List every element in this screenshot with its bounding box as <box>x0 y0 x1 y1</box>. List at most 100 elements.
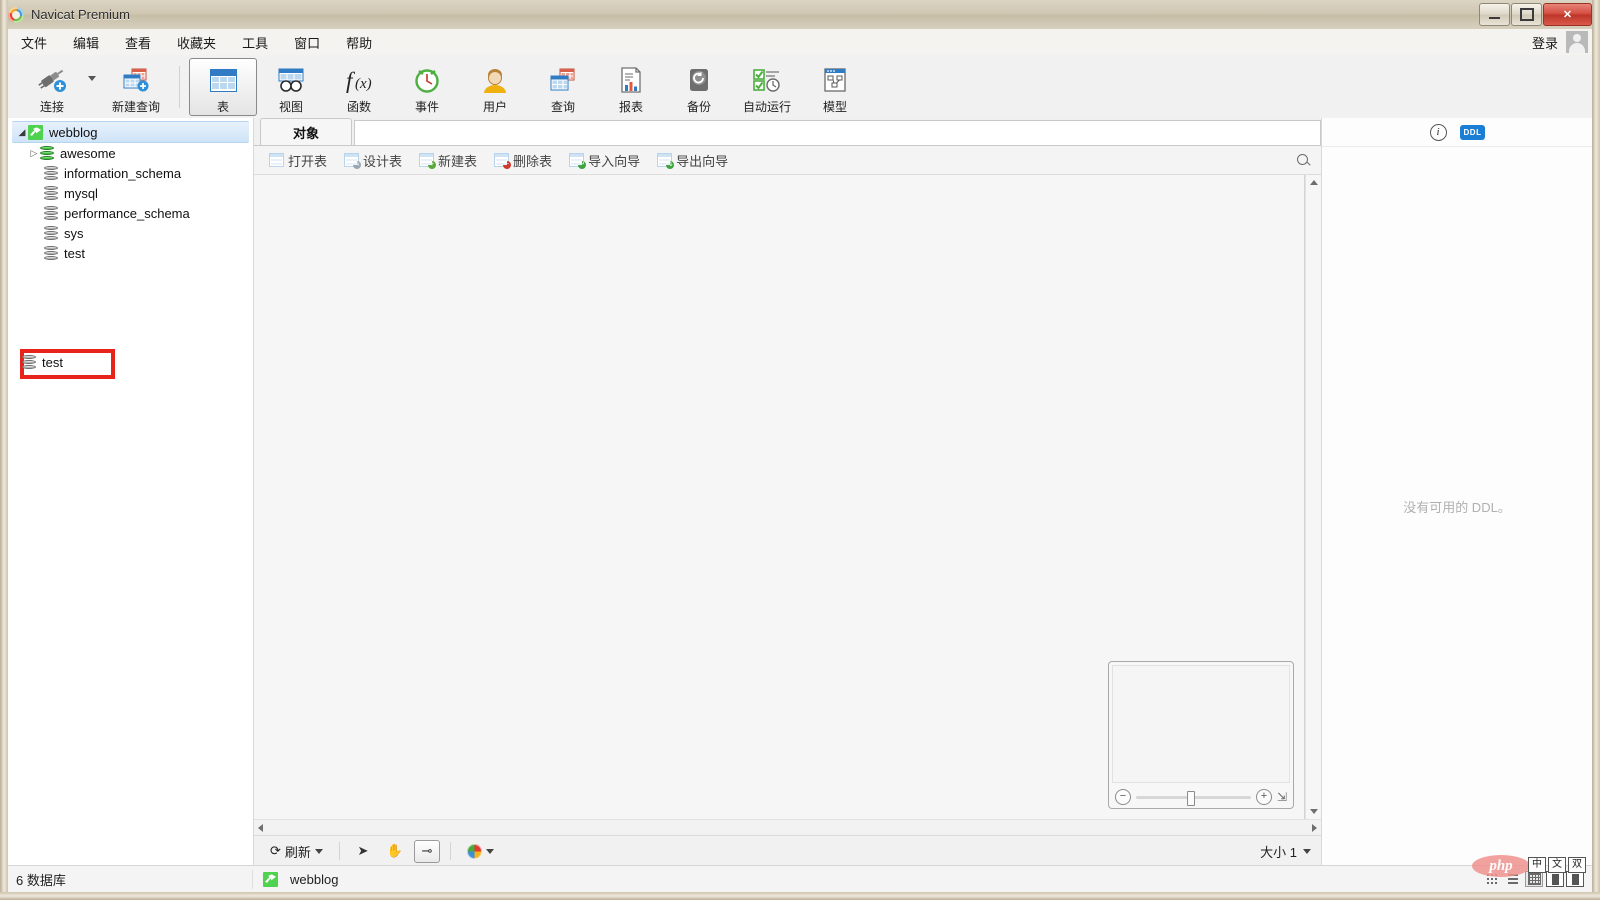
tree-item-information-schema[interactable]: information_schema <box>8 163 253 183</box>
scroll-down-icon[interactable] <box>1309 809 1318 814</box>
toolbar-user-button[interactable]: 用户 <box>461 58 529 116</box>
size-selector[interactable]: 大小 1 <box>1260 842 1311 861</box>
menu-item-window[interactable]: 窗口 <box>281 29 333 56</box>
zoom-slider[interactable] <box>1136 790 1251 806</box>
toolbar-new-query-button[interactable]: 新建查询 <box>102 58 170 116</box>
ime-chinese-icon[interactable]: 中 <box>1528 857 1546 873</box>
search-icon[interactable] <box>1296 153 1311 168</box>
tab-objects[interactable]: 对象 <box>260 118 352 145</box>
canvas-minimap[interactable]: − + ⇲ <box>1108 661 1294 809</box>
chevron-down-icon[interactable] <box>1303 848 1311 854</box>
chevron-down-icon[interactable] <box>314 848 323 854</box>
expand-diagonal-icon[interactable]: ⇲ <box>1277 790 1287 804</box>
import-wizard-button[interactable]: ↵ 导入向导 <box>562 147 647 174</box>
toolbar-connection-button[interactable]: 连接 <box>18 58 86 116</box>
object-toolbar: 打开表 ✎ 设计表 + 新建表 − 删除表 ↵ 导入向导 ↴ 导出向导 <box>254 146 1321 175</box>
chevron-down-icon[interactable] <box>485 848 494 854</box>
table-icon <box>209 64 237 97</box>
export-wizard-button[interactable]: ↴ 导出向导 <box>650 147 735 174</box>
minimize-icon[interactable] <box>1479 3 1510 26</box>
chevron-down-icon[interactable] <box>88 76 96 81</box>
scroll-left-icon[interactable] <box>258 823 263 832</box>
export-wizard-label: 导出向导 <box>676 153 729 169</box>
open-table-label: 打开表 <box>288 153 328 169</box>
toolbar-model-button[interactable]: 模型 <box>801 58 869 116</box>
new-table-label: 新建表 <box>438 153 478 169</box>
maximize-icon[interactable] <box>1511 3 1542 26</box>
import-wizard-label: 导入向导 <box>588 153 641 169</box>
tree-item-performance-schema[interactable]: performance_schema <box>8 203 253 223</box>
relation-tool-icon[interactable]: ⊸ <box>413 839 440 863</box>
tree-item-mysql[interactable]: mysql <box>8 183 253 203</box>
close-icon[interactable]: ✕ <box>1543 3 1592 26</box>
toolbar-separator <box>449 842 451 860</box>
login-button[interactable]: 登录 <box>1532 33 1558 52</box>
toolbar-backup-label: 备份 <box>686 99 711 114</box>
scroll-right-icon[interactable] <box>1312 823 1317 832</box>
refresh-button[interactable]: ⟳ 刷新 <box>264 838 329 865</box>
event-clock-icon <box>412 64 442 97</box>
ime-pane-right-icon[interactable] <box>1566 871 1584 887</box>
window-title: Navicat Premium <box>31 7 130 22</box>
tab-strip-filler <box>354 120 1321 145</box>
menu-item-view[interactable]: 查看 <box>112 29 164 56</box>
expand-arrow-icon[interactable]: ◢ <box>16 127 28 138</box>
open-table-button[interactable]: 打开表 <box>262 147 334 174</box>
toolbar-view-button[interactable]: 视图 <box>257 58 325 116</box>
ddl-icon[interactable]: DDL <box>1460 125 1485 139</box>
design-table-button[interactable]: ✎ 设计表 <box>337 147 409 174</box>
color-picker-button[interactable] <box>461 840 500 863</box>
menu-item-tools[interactable]: 工具 <box>229 29 281 56</box>
tree-item-awesome[interactable]: ▷ awesome <box>8 143 253 163</box>
toolbar-table-button[interactable]: 表 <box>189 57 257 116</box>
tree-item-test-annotated[interactable]: test <box>22 355 63 370</box>
menu-item-favorites[interactable]: 收藏夹 <box>164 29 229 56</box>
database-icon <box>44 245 58 261</box>
menu-item-help[interactable]: 帮助 <box>333 29 385 56</box>
php-watermark: php <box>1472 855 1530 877</box>
object-canvas[interactable]: − + ⇲ <box>254 175 1305 819</box>
ddl-empty-message: 没有可用的 DDL。 <box>1403 500 1511 515</box>
window-border-bottom <box>0 892 1600 900</box>
new-table-button[interactable]: + 新建表 <box>412 147 484 174</box>
tree-item-test-label: test <box>64 245 85 261</box>
ime-text-icon[interactable]: 文 <box>1548 857 1566 873</box>
function-fx-icon: f (x) <box>342 64 376 97</box>
toolbar-backup-button[interactable]: 备份 <box>665 58 733 116</box>
database-icon <box>40 145 54 161</box>
toolbar-automation-button[interactable]: 自动运行 <box>733 58 801 116</box>
zoom-slider-thumb[interactable] <box>1186 790 1195 806</box>
ime-pane-left-icon[interactable] <box>1546 871 1564 887</box>
toolbar-event-button[interactable]: 事件 <box>393 58 461 116</box>
delete-table-button[interactable]: − 删除表 <box>487 147 559 174</box>
tree-item-mysql-label: mysql <box>64 185 98 201</box>
toolbar-report-button[interactable]: 报表 <box>597 58 665 116</box>
menu-item-file[interactable]: 文件 <box>8 29 60 56</box>
user-avatar-icon[interactable] <box>1566 31 1588 53</box>
info-icon[interactable]: i <box>1429 123 1447 141</box>
new-table-icon: + <box>419 153 437 169</box>
expand-arrow-icon[interactable]: ▷ <box>28 148 40 159</box>
view-icon <box>276 64 306 97</box>
tree-item-sys[interactable]: sys <box>8 223 253 243</box>
status-view-modes: php 中 文 双 <box>1472 855 1592 887</box>
minimap-viewport[interactable] <box>1112 665 1290 783</box>
zoom-out-icon[interactable]: − <box>1115 789 1131 805</box>
database-icon <box>44 185 58 201</box>
menu-item-edit[interactable]: 编辑 <box>60 29 112 56</box>
tree-item-test[interactable]: test <box>8 243 253 263</box>
query-icon <box>547 64 579 97</box>
canvas-vertical-scrollbar[interactable] <box>1305 175 1321 819</box>
grid-view-icon[interactable] <box>1525 871 1543 887</box>
pointer-tool-icon[interactable]: ➤ <box>350 840 376 863</box>
size-label: 大小 1 <box>1260 844 1297 860</box>
tree-item-webblog[interactable]: ◢ webblog <box>12 121 249 143</box>
ime-mode-icon[interactable]: 双 <box>1568 857 1586 873</box>
canvas-horizontal-scrollbar[interactable] <box>254 819 1321 835</box>
scroll-up-icon[interactable] <box>1309 180 1318 185</box>
toolbar-function-button[interactable]: f (x) 函数 <box>325 58 393 116</box>
hand-tool-icon[interactable]: ✋ <box>382 840 408 863</box>
delete-table-icon: − <box>494 153 512 169</box>
zoom-in-icon[interactable]: + <box>1255 789 1272 805</box>
toolbar-query-button[interactable]: 查询 <box>529 58 597 116</box>
